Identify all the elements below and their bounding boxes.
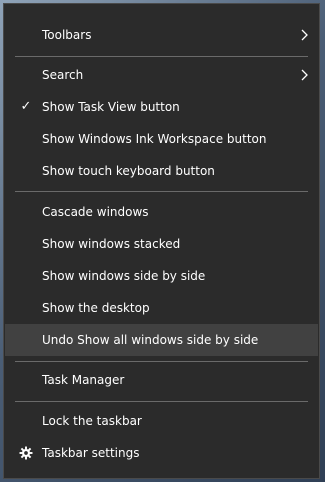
- menu-item-show-ink-workspace[interactable]: Show Windows Ink Workspace button: [5, 127, 318, 151]
- menu-item-show-touch-keyboard[interactable]: Show touch keyboard button: [5, 159, 318, 183]
- menu-separator: [15, 361, 308, 362]
- menu-item-label: Taskbar settings: [42, 446, 140, 460]
- chevron-right-icon: [301, 29, 308, 41]
- menu-item-task-manager[interactable]: Task Manager: [5, 368, 318, 392]
- menu-item-show-windows-side-by-side[interactable]: Show windows side by side: [5, 264, 318, 288]
- menu-item-cascade-windows[interactable]: Cascade windows: [5, 200, 318, 224]
- menu-separator: [15, 191, 308, 192]
- chevron-right-icon: [301, 69, 308, 81]
- menu-separator: [15, 56, 308, 57]
- gear-icon: [19, 446, 33, 460]
- menu-item-show-windows-stacked[interactable]: Show windows stacked: [5, 232, 318, 256]
- menu-item-undo-side-by-side[interactable]: Undo Show all windows side by side: [5, 324, 318, 356]
- taskbar-context-menu: Toolbars Search ✓ Show Task View button …: [3, 3, 320, 479]
- menu-item-label: Undo Show all windows side by side: [42, 333, 259, 347]
- menu-item-label: Lock the taskbar: [42, 414, 142, 428]
- menu-item-label: Show Windows Ink Workspace button: [42, 132, 267, 146]
- menu-item-label: Task Manager: [42, 373, 125, 387]
- menu-item-label: Toolbars: [42, 28, 92, 42]
- menu-item-taskbar-settings[interactable]: Taskbar settings: [5, 441, 318, 465]
- menu-item-label: Show Task View button: [42, 100, 180, 114]
- menu-item-show-desktop[interactable]: Show the desktop: [5, 296, 318, 320]
- menu-item-show-task-view[interactable]: ✓ Show Task View button: [5, 95, 318, 119]
- menu-item-label: Show windows side by side: [42, 269, 206, 283]
- menu-item-label: Show windows stacked: [42, 237, 181, 251]
- menu-item-label: Cascade windows: [42, 205, 149, 219]
- menu-item-label: Search: [42, 68, 84, 82]
- menu-separator: [15, 401, 308, 402]
- menu-item-search[interactable]: Search: [5, 63, 318, 87]
- menu-item-label: Show touch keyboard button: [42, 164, 215, 178]
- menu-item-toolbars[interactable]: Toolbars: [5, 23, 318, 47]
- menu-item-lock-taskbar[interactable]: Lock the taskbar: [5, 409, 318, 433]
- menu-item-label: Show the desktop: [42, 301, 150, 315]
- checkmark-icon: ✓: [20, 99, 32, 114]
